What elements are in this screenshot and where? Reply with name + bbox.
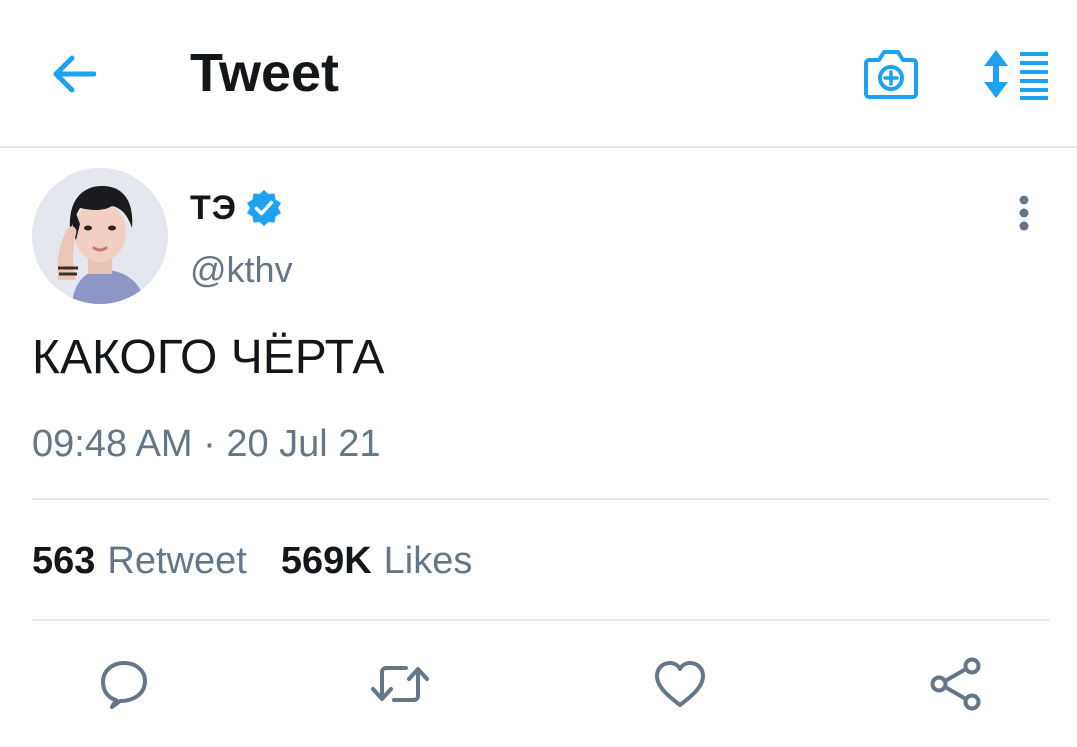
more-options-button[interactable] <box>1004 188 1044 238</box>
avatar[interactable] <box>32 168 168 304</box>
retweet-icon <box>371 666 429 702</box>
tweet-timestamp: 09:48 AM · 20 Jul 21 <box>32 423 381 465</box>
author-name[interactable]: ТЭ <box>190 186 283 230</box>
profile-photo <box>32 168 168 304</box>
likes-count: 569K <box>280 540 372 582</box>
page-title: Tweet <box>190 43 340 103</box>
top-bar: Tweet <box>0 0 1077 148</box>
like-button[interactable] <box>650 654 710 714</box>
author-handle[interactable]: @kthv <box>190 248 293 292</box>
reply-icon <box>101 661 147 709</box>
more-vertical-icon <box>1019 195 1029 231</box>
back-button[interactable] <box>44 48 102 100</box>
camera-button[interactable] <box>858 44 924 104</box>
likes-label: Likes <box>383 540 473 582</box>
like-icon <box>655 661 705 707</box>
likes-stat[interactable]: 569K Likes <box>281 536 473 586</box>
share-icon <box>930 657 981 711</box>
retweet-label: Retweet <box>107 540 247 582</box>
share-button[interactable] <box>926 654 986 714</box>
arrow-left-icon <box>53 55 96 93</box>
retweet-count: 563 <box>32 540 96 582</box>
retweet-button[interactable] <box>370 654 430 714</box>
divider <box>32 498 1049 500</box>
divider <box>32 619 1049 621</box>
reply-button[interactable] <box>94 654 154 714</box>
camera-plus-icon <box>864 50 918 99</box>
verified-badge-icon <box>245 189 283 227</box>
retweets-stat[interactable]: 563 Retweet <box>32 536 247 586</box>
sort-list-icon <box>984 50 1048 100</box>
sort-button[interactable] <box>980 44 1054 104</box>
tweet-text: КАКОГО ЧЁРТА <box>32 331 385 384</box>
display-name-text: ТЭ <box>190 188 237 227</box>
tweet-stats: 563 Retweet 569K Likes <box>32 536 506 586</box>
